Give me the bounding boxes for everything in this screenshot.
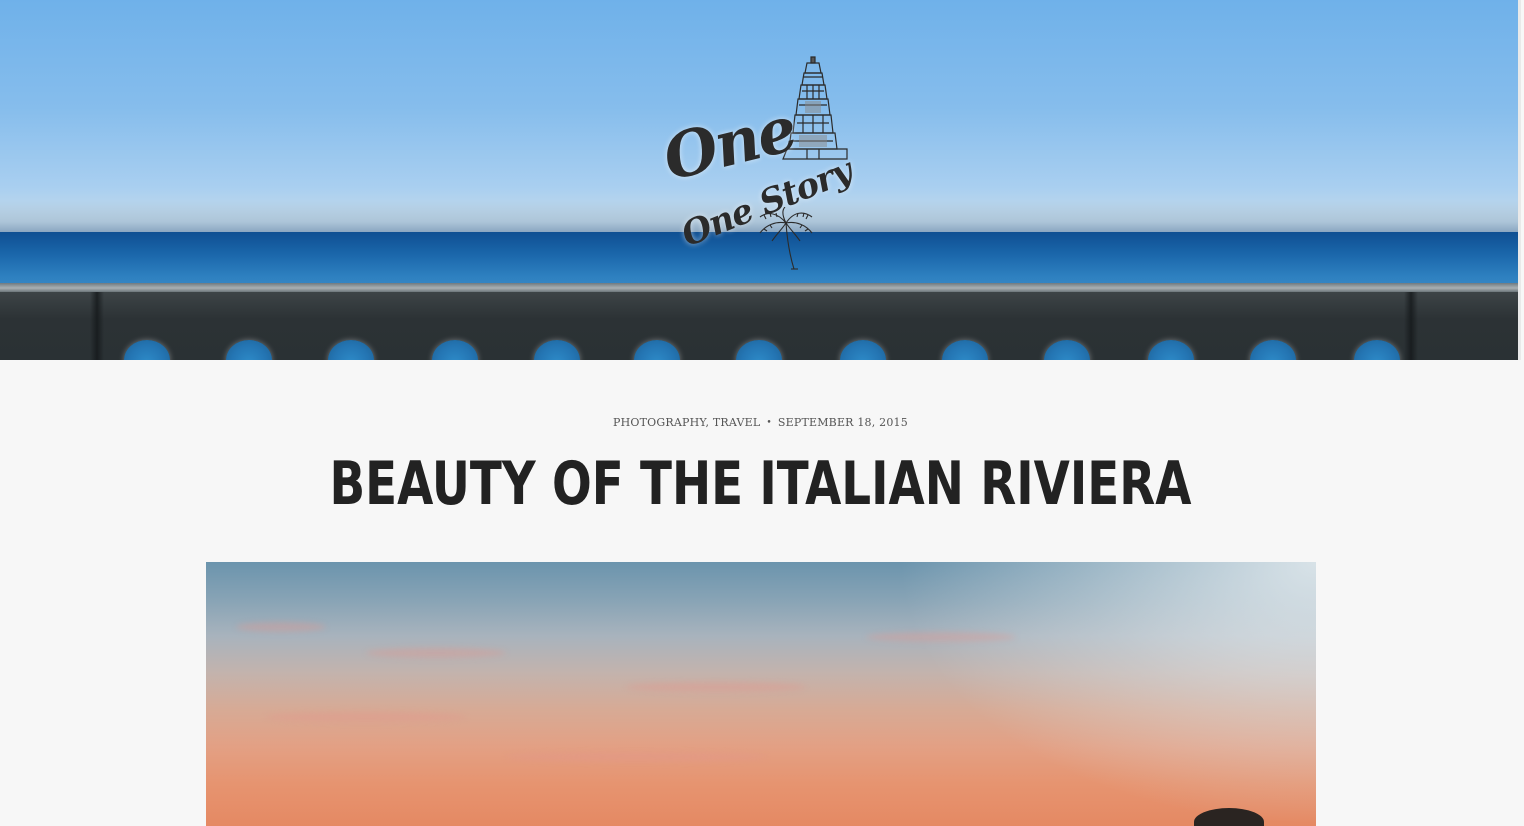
cloud-streak [266, 712, 466, 722]
railing-pillar [1404, 292, 1418, 360]
category-link-travel[interactable]: TRAVEL [713, 416, 761, 429]
cloud-streak [626, 682, 806, 692]
post-meta: PHOTOGRAPHY, TRAVEL • SEPTEMBER 18, 2015 [0, 416, 1521, 429]
cloud-streak [366, 648, 506, 658]
category-link-photography[interactable]: PHOTOGRAPHY [613, 416, 705, 429]
railing-pillar [90, 292, 104, 360]
cloud-streak [236, 622, 326, 632]
site-logo[interactable]: One One Story [655, 55, 857, 275]
cloud-streak [506, 752, 766, 762]
meta-separator-dot: • [766, 418, 772, 428]
post-title: BEAUTY OF THE ITALIAN RIVIERA [329, 449, 1192, 519]
sky-glow [896, 562, 1316, 826]
palm-tree-icon [758, 207, 814, 273]
featured-image[interactable] [206, 562, 1316, 826]
header-edge [1518, 0, 1521, 360]
cloud-streak [866, 632, 1016, 642]
post-date[interactable]: SEPTEMBER 18, 2015 [778, 416, 908, 429]
category-separator: , [705, 416, 710, 429]
site-header-banner: One One Story [0, 0, 1521, 360]
